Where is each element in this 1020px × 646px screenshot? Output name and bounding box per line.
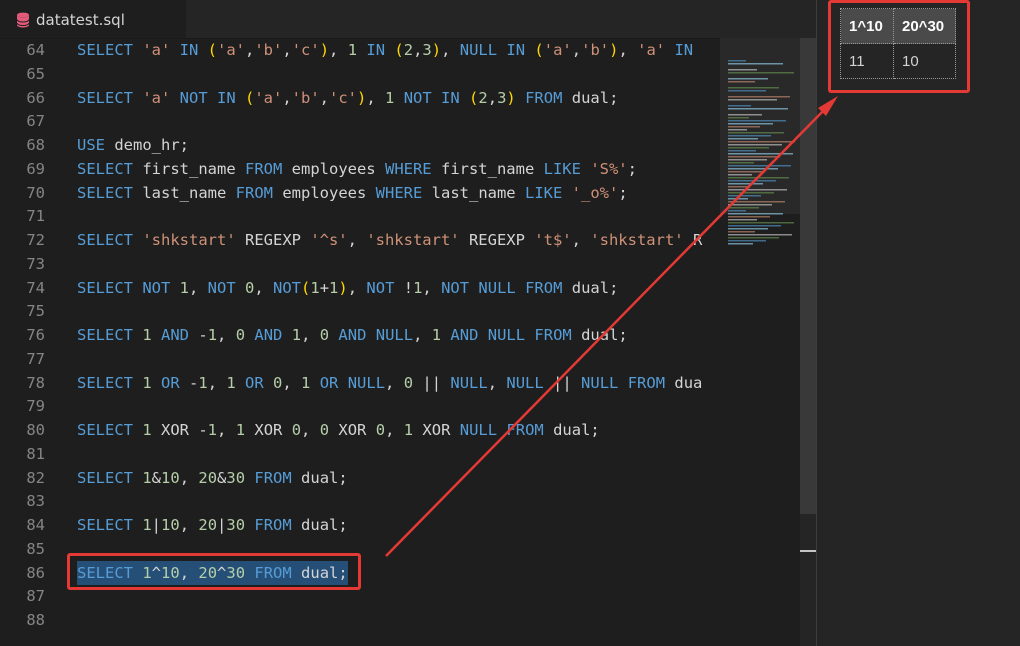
annotation-arrow — [385, 96, 838, 557]
